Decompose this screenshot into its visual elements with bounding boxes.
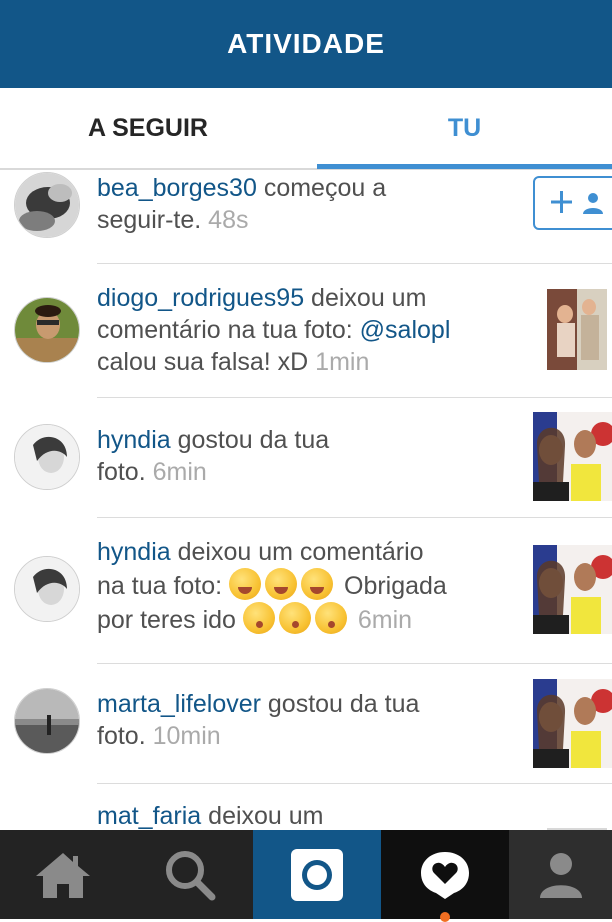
bottom-nav [0,830,612,919]
nav-home[interactable] [0,830,126,919]
add-user-icon [551,191,603,214]
page-title: ATIVIDADE [227,28,385,59]
activity-text-part: por teres ido [97,606,243,634]
tab-following[interactable]: A SEGUIR [0,88,306,168]
timestamp: 6min [357,606,413,634]
avatar[interactable] [14,297,80,363]
list-item[interactable]: marta_lifelover gostou da tua foto. 10mi… [0,664,612,784]
kissing-emoji [278,602,311,634]
kissing-emoji [242,602,275,634]
activity-text-part: seguir-te. [97,206,202,234]
tab-following-label: A SEGUIR [88,113,208,142]
activity-text: mat_faria deixou um [97,800,517,830]
post-thumbnail[interactable] [533,679,612,768]
avatar[interactable] [14,556,80,622]
activity-text-part: Obrigada [337,572,447,600]
nav-camera[interactable] [253,830,381,919]
kissing-emoji [314,602,347,634]
activity-text: hyndia deixou um comentário na tua foto:… [97,536,527,636]
profile-icon [539,852,582,898]
username-link[interactable]: mat_faria [97,802,201,830]
camera-icon [291,848,343,901]
timestamp: 10min [152,722,221,750]
avatar[interactable] [14,424,80,490]
timestamp: 1min [315,348,370,376]
timestamp: 6min [152,458,207,486]
username-link[interactable]: bea_borges30 [97,174,257,202]
activity-text-part: deixou um [304,284,427,312]
avatar[interactable] [14,688,80,754]
home-icon [36,852,90,898]
nav-activity[interactable] [381,830,509,919]
activity-text-part: gostou da tua [170,426,330,454]
activity-text-part: deixou um comentário [170,538,424,566]
avatar[interactable] [14,172,80,238]
activity-text: diogo_rodrigues95 deixou um comentário n… [97,282,527,378]
list-item[interactable]: mat_faria deixou um [0,784,612,830]
notification-dot [440,912,450,922]
timestamp: 48s [208,206,249,234]
mention-link[interactable]: @salopl [360,316,451,344]
tab-you-label: TU [447,113,482,142]
username-link[interactable]: hyndia [97,538,171,566]
username-link[interactable]: marta_lifelover [97,690,261,718]
nav-search[interactable] [126,830,253,919]
activity-text-part: comentário na tua foto: [97,316,360,344]
activity-text-part: foto. [97,458,146,486]
nav-profile[interactable] [509,830,612,919]
activity-text-part: na tua foto: [97,572,230,600]
activity-icon [421,851,469,899]
post-thumbnail[interactable] [547,289,607,370]
list-item[interactable]: hyndia deixou um comentário na tua foto:… [0,518,612,664]
list-item[interactable]: hyndia gostou da tua foto. 6min [0,398,612,518]
winking-tongue-emoji [229,568,262,600]
list-item[interactable]: bea_borges30 começou a seguir-te. 48s [0,170,612,264]
activity-text-part: gostou da tua [260,690,420,718]
activity-tabs: A SEGUIR TU [0,88,612,170]
winking-tongue-emoji [265,568,298,600]
activity-text-part: deixou um [201,802,324,830]
activity-text: bea_borges30 começou a seguir-te. 48s [97,172,517,236]
list-item[interactable]: diogo_rodrigues95 deixou um comentário n… [0,264,612,398]
activity-feed[interactable]: bea_borges30 começou a seguir-te. 48s di… [0,170,612,830]
winking-tongue-emoji [301,568,334,600]
activity-text-part: foto. [97,722,146,750]
username-link[interactable]: diogo_rodrigues95 [97,284,304,312]
follow-button[interactable] [533,176,612,230]
activity-text-part: começou a [256,174,387,202]
activity-text: hyndia gostou da tua foto. 6min [97,424,517,488]
activity-text: marta_lifelover gostou da tua foto. 10mi… [97,688,517,752]
post-thumbnail[interactable] [533,545,612,634]
header-bar: ATIVIDADE [0,0,612,88]
search-icon [165,850,215,900]
tab-you[interactable]: TU [317,88,612,168]
activity-text-part: calou sua falsa! xD [97,348,316,376]
username-link[interactable]: hyndia [97,426,171,454]
active-tab-indicator [317,164,612,169]
post-thumbnail[interactable] [533,412,612,501]
